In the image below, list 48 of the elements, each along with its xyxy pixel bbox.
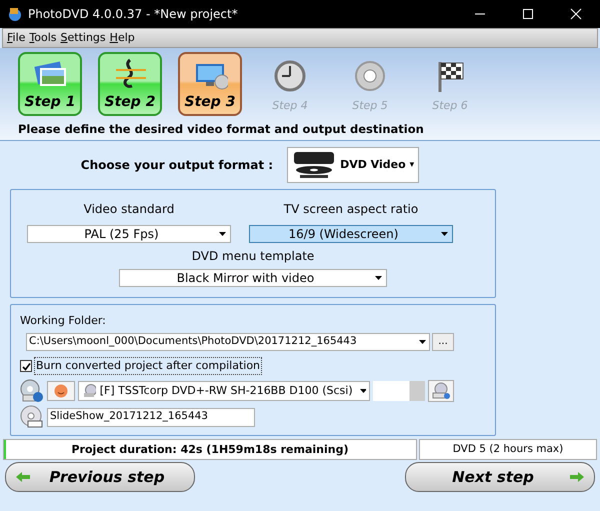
duration-bar: Project duration: 42s (1H59m18s remaining) [3,439,417,460]
dropdown-arrow-icon [375,276,382,280]
drive-dropdown[interactable]: [F] TSSTcorp DVD+-RW SH-216BB D100 (Scsi) [78,381,370,402]
step-icon [352,58,388,94]
step-button[interactable]: Step 3 [178,52,242,116]
aspect-ratio-label: TV screen aspect ratio [284,201,418,218]
disc-icon [20,405,44,430]
instruction-text: Please define the desired video format and output destination [18,121,425,138]
capacity-label: DVD 5 (2 hours max) [419,439,597,460]
dropdown-arrow-icon [219,232,226,236]
dropdown-arrow-icon [360,389,366,394]
step-icon [272,58,308,94]
dropdown-arrow-icon [441,232,448,236]
disc-drive-icon [83,384,96,398]
dropdown-arrow-icon [419,340,426,344]
arrow-right-icon [570,472,584,482]
step-button[interactable]: Step 1 [18,52,82,116]
burn-checkbox[interactable] [20,360,32,372]
maximize-icon[interactable] [522,8,534,20]
step-button[interactable]: Step 2 [98,52,162,116]
smiley-icon [54,384,68,398]
disc-gear-icon [431,382,451,400]
video-standard-label: Video standard [84,201,174,218]
format-dropdown[interactable]: DVD Video ▾ [287,147,420,184]
working-folder-label: Working Folder: [20,313,107,330]
menu-item[interactable]: Tools [29,30,57,46]
drive-help-icon [20,379,44,404]
arrow-left-icon [16,472,30,482]
menu-item[interactable]: File [7,30,26,46]
burn-label: Burn converted project after compilation [34,356,262,376]
previous-step-button[interactable]: Previous step [5,462,195,492]
dvd-logo-icon [292,150,336,180]
working-folder-field[interactable]: C:\Users\moonl_000\Documents\PhotoDVD\20171212_165443 [26,332,430,351]
browse-button[interactable]: ... [432,332,454,351]
disc-label-field[interactable]: SlideShow_20171212_165443 [47,408,255,427]
app-icon [8,7,22,21]
format-label: Choose your output format : [80,157,274,174]
drive-settings-button[interactable] [428,380,454,402]
speed-bar [373,381,425,402]
window-title: PhotoDVD 4.0.0.37 - *New project* [28,6,238,23]
next-step-button[interactable]: Next step [405,462,595,492]
aspect-ratio-dropdown[interactable]: 16/9 (Widescreen) [249,225,453,244]
menu-item[interactable]: Settings [60,30,106,46]
menu-item[interactable]: Help [110,30,135,46]
video-standard-dropdown[interactable]: PAL (25 Fps) [27,225,231,244]
menu-template-label: DVD menu template [192,248,314,266]
close-icon[interactable] [570,8,582,20]
menu-template-dropdown[interactable]: Black Mirror with video [119,269,387,288]
